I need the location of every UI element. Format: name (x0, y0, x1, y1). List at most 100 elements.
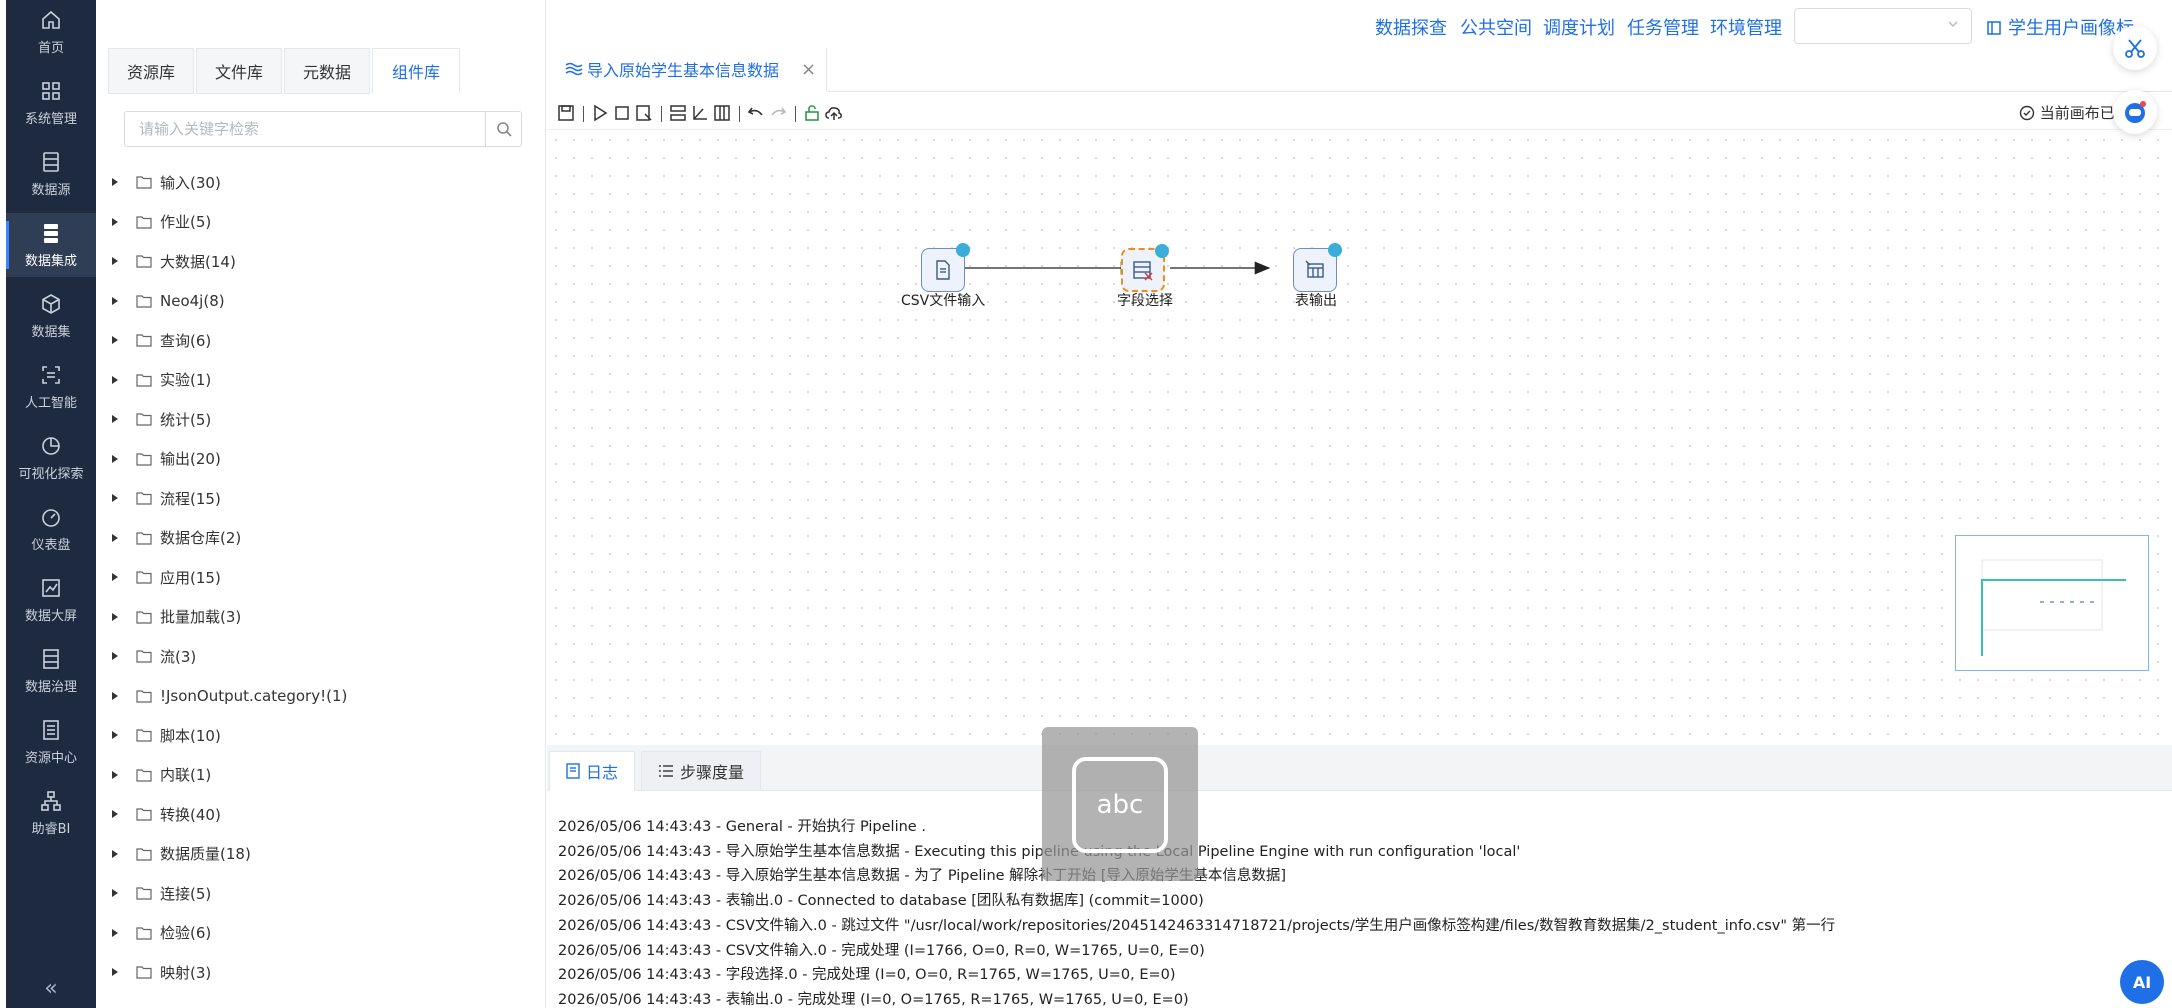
tab-log[interactable]: 日志 (549, 751, 636, 791)
expand-arrow-icon[interactable] (112, 889, 118, 897)
expand-arrow-icon[interactable] (112, 652, 118, 660)
search-input[interactable] (125, 112, 475, 146)
nav-item-datasource[interactable]: 数据源 (6, 142, 96, 206)
tree-item[interactable]: 脚本(10) (110, 721, 221, 749)
expand-arrow-icon[interactable] (112, 217, 118, 226)
preview-icon[interactable] (635, 104, 653, 122)
nav-item-bigscreen[interactable]: 数据大屏 (6, 568, 96, 632)
nav-item-resource[interactable]: 资源中心 (6, 710, 96, 774)
top-link-env-manage[interactable]: 环境管理 (1710, 14, 1782, 40)
expand-arrow-icon[interactable] (112, 178, 118, 186)
tree-item[interactable]: 输出(20) (110, 445, 221, 473)
expand-arrow-icon[interactable] (112, 849, 118, 858)
nav-item-visual[interactable]: 可视化探索 (6, 426, 96, 490)
expand-arrow-icon[interactable] (112, 533, 118, 542)
grid-toggle-icon[interactable] (713, 104, 731, 122)
assistant-button[interactable] (2113, 90, 2157, 134)
tree-item[interactable]: 转换(40) (110, 800, 221, 828)
expand-arrow-icon[interactable] (112, 494, 118, 502)
expand-arrow-icon[interactable] (112, 612, 118, 621)
log-line: 2026/05/06 14:43:43 - 字段选择.0 - 完成处理 (I=0… (558, 967, 1176, 984)
close-icon[interactable]: × (801, 59, 816, 80)
ai-button[interactable]: AI (2120, 960, 2164, 1004)
tree-item[interactable]: 统计(5) (110, 405, 211, 433)
expand-arrow-icon[interactable] (112, 731, 118, 739)
tree-item[interactable]: 流程(15) (110, 484, 221, 512)
tab-metadata[interactable]: 元数据 (284, 48, 370, 94)
toolbar-divider (661, 106, 662, 122)
tree-item[interactable]: !JsonOutput.category!(1) (110, 682, 347, 710)
tree-item[interactable]: 应用(15) (110, 563, 221, 591)
expand-arrow-icon[interactable] (112, 928, 118, 937)
collapse-nav-button[interactable]: « (6, 968, 96, 1008)
top-link-public-space[interactable]: 公共空间 (1460, 14, 1532, 40)
tab-step-metrics-label: 步骤度量 (680, 763, 745, 782)
stop-icon[interactable] (613, 104, 631, 122)
canvas-minimap[interactable] (1955, 535, 2149, 671)
top-link-schedule[interactable]: 调度计划 (1543, 14, 1615, 40)
tree-item[interactable]: 实验(1) (110, 366, 211, 394)
expand-arrow-icon[interactable] (112, 296, 118, 305)
tab-file-library[interactable]: 文件库 (196, 48, 282, 94)
nav-item-dataset[interactable]: 数据集 (6, 284, 96, 348)
tree-item[interactable]: 作业(5) (110, 208, 211, 236)
tree-item[interactable]: 映射(3) (110, 958, 211, 986)
expand-arrow-icon[interactable] (112, 968, 118, 976)
profile-link[interactable]: 学生用户画像标 (1986, 14, 2134, 40)
tree-item[interactable]: 内联(1) (110, 761, 211, 789)
expand-arrow-icon[interactable] (112, 573, 118, 581)
search-button[interactable] (485, 112, 521, 146)
tab-resource-library[interactable]: 资源库 (108, 48, 194, 94)
nav-item-system[interactable]: 系统管理 (6, 71, 96, 135)
folder-icon (136, 966, 152, 979)
nav-item-governance[interactable]: 数据治理 (6, 639, 96, 703)
tree-item[interactable]: 检验(6) (110, 919, 211, 947)
upload-cloud-icon[interactable] (825, 104, 843, 122)
document-tab[interactable]: 导入原始学生基本信息数据 × (547, 48, 827, 92)
expand-arrow-icon[interactable] (112, 336, 118, 344)
tree-item-label: 批量加载(3) (160, 608, 242, 626)
tree-item[interactable]: 数据质量(18) (110, 840, 251, 868)
nav-item-bi[interactable]: 助睿BI (6, 781, 96, 845)
tree-item[interactable]: 数据仓库(2) (110, 524, 241, 552)
undo-icon[interactable] (747, 104, 765, 122)
top-link-task-manage[interactable]: 任务管理 (1627, 14, 1699, 40)
nav-item-home[interactable]: 首页 (6, 0, 96, 64)
nav-item-dashboard[interactable]: 仪表盘 (6, 497, 96, 561)
nav-item-integration[interactable]: 数据集成 (6, 213, 96, 277)
tab-component-library[interactable]: 组件库 (372, 48, 460, 94)
save-icon[interactable] (557, 104, 575, 122)
expand-arrow-icon[interactable] (112, 770, 118, 779)
tree-item[interactable]: 查询(6) (110, 326, 211, 354)
nav-item-ai[interactable]: 人工智能 (6, 355, 96, 419)
node-table-output[interactable] (1293, 243, 1342, 292)
tree-item[interactable]: 连接(5) (110, 879, 211, 907)
expand-arrow-icon[interactable] (112, 415, 118, 423)
expand-arrow-icon[interactable] (112, 375, 118, 384)
project-select[interactable] (1794, 8, 1972, 44)
expand-arrow-icon[interactable] (112, 454, 118, 463)
node-field-select[interactable] (1121, 244, 1169, 292)
tree-item[interactable]: Neo4j(8) (110, 287, 225, 315)
expand-arrow-icon[interactable] (112, 691, 118, 700)
expand-arrow-icon[interactable] (112, 810, 118, 818)
tree-item[interactable]: 批量加载(3) (110, 603, 241, 631)
tree-item[interactable]: 流(3) (110, 642, 196, 670)
gauge-icon (42, 509, 60, 527)
axis-icon[interactable] (691, 104, 709, 122)
chat-bot-icon (2125, 101, 2146, 123)
tree-item-label: 流程(15) (160, 489, 221, 508)
pipeline-canvas[interactable]: CSV文件输入 字段选择 表输出 (547, 131, 2172, 743)
top-link-data-explore[interactable]: 数据探查 (1375, 14, 1447, 40)
tree-item[interactable]: 输入(30) (110, 168, 221, 196)
node-csv-input[interactable] (921, 243, 970, 292)
run-icon[interactable] (591, 104, 609, 122)
tree-item[interactable]: 大数据(14) (110, 247, 236, 275)
tab-step-metrics[interactable]: 步骤度量 (641, 751, 762, 791)
unlock-icon[interactable] (803, 104, 821, 122)
expand-arrow-icon[interactable] (112, 257, 118, 265)
align-icon[interactable] (669, 104, 687, 122)
nav-label: 数据集 (31, 325, 71, 340)
redo-icon[interactable] (769, 104, 787, 122)
screenshot-button[interactable] (2113, 26, 2157, 70)
